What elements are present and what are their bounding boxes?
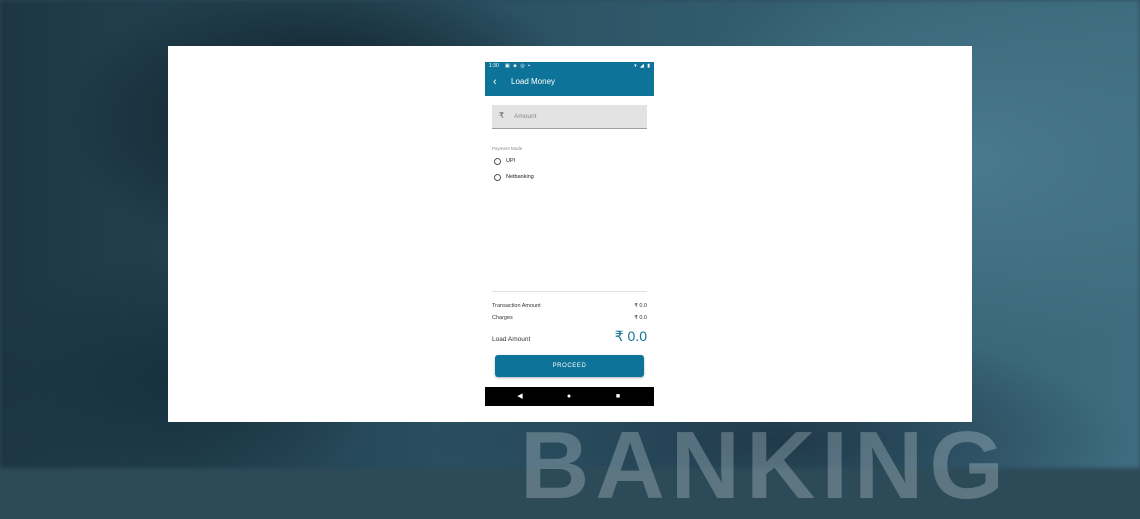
payment-mode-label: Payment Mode bbox=[492, 146, 523, 151]
radio-upi-label: UPI bbox=[506, 158, 516, 164]
proceed-button[interactable]: PROCEED bbox=[495, 355, 644, 377]
amount-input[interactable] bbox=[514, 110, 642, 122]
load-amount-label: Load Amount bbox=[492, 336, 531, 343]
radio-circle-icon[interactable] bbox=[494, 174, 501, 181]
transaction-amount-value: ₹ 0.0 bbox=[634, 303, 647, 309]
battery-icon: ▮ bbox=[647, 63, 651, 69]
sim-icon: ▣ bbox=[505, 63, 511, 69]
app-bar: ‹ Load Money bbox=[485, 70, 654, 96]
page-title: Load Money bbox=[511, 77, 556, 86]
android-nav-bar: ◀ ● ■ bbox=[485, 387, 654, 406]
nav-home-icon[interactable]: ● bbox=[559, 387, 579, 406]
shield-icon: ◈ bbox=[513, 63, 518, 69]
charges-label: Charges bbox=[492, 315, 513, 321]
load-amount-value: ₹ 0.0 bbox=[614, 328, 647, 344]
rupee-icon: ₹ bbox=[499, 111, 505, 120]
summary-divider bbox=[492, 291, 647, 292]
status-time: 1:30 bbox=[489, 63, 499, 69]
transaction-amount-label: Transaction Amount bbox=[492, 303, 541, 309]
background-word: BANKING bbox=[520, 412, 1010, 519]
radio-circle-icon[interactable] bbox=[494, 158, 501, 165]
charges-value: ₹ 0.0 bbox=[634, 315, 647, 321]
phone-screen: 1:30 ▣ ◈ ◎ ▪ ▾ ◢ ▮ ‹ Load Money ₹ Paymen… bbox=[485, 62, 654, 406]
status-left-icons: ▣ ◈ ◎ ▪ bbox=[505, 62, 531, 70]
nav-back-icon[interactable]: ◀ bbox=[510, 387, 530, 406]
signal-icon: ◢ bbox=[639, 63, 645, 69]
radio-netbanking-label: Netbanking bbox=[506, 174, 534, 180]
wifi-icon: ▾ bbox=[634, 63, 638, 69]
nav-recents-icon[interactable]: ■ bbox=[608, 387, 628, 406]
back-arrow-icon[interactable]: ‹ bbox=[493, 76, 503, 88]
status-bar: 1:30 ▣ ◈ ◎ ▪ ▾ ◢ ▮ bbox=[485, 62, 654, 70]
status-right-icons: ▾ ◢ ▮ bbox=[634, 62, 651, 70]
amount-field[interactable]: ₹ bbox=[492, 105, 647, 129]
data-saver-icon: ◎ bbox=[520, 63, 526, 69]
sd-card-icon: ▪ bbox=[528, 63, 531, 69]
